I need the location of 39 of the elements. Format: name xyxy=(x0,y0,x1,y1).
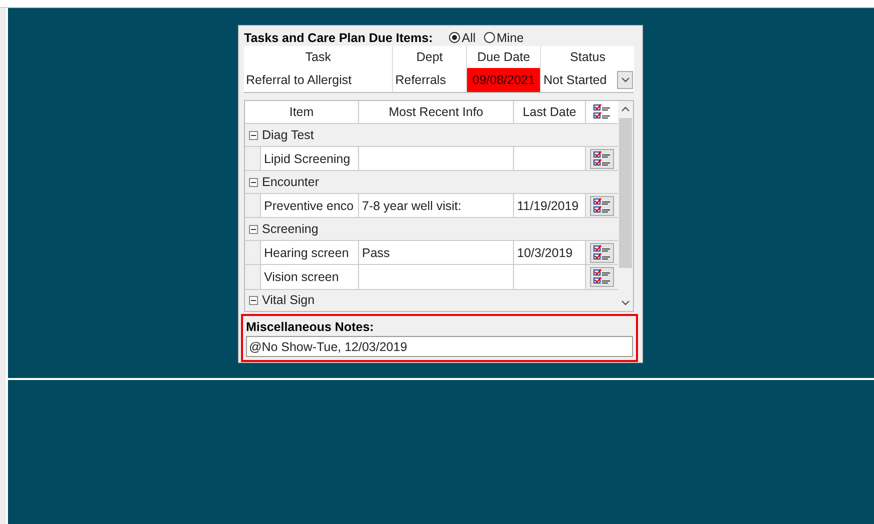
table-cell: Vision screen xyxy=(260,265,359,289)
table-cell: Preventive enco xyxy=(260,194,359,218)
table-cell: 10/3/2019 xyxy=(514,240,586,264)
collapse-toggle[interactable] xyxy=(249,296,258,305)
checklist-button[interactable] xyxy=(590,148,614,169)
column-header: Dept xyxy=(392,46,466,68)
collapse-toggle[interactable] xyxy=(249,224,258,234)
status-value: Not Started xyxy=(543,72,607,87)
group-label: Diag Test xyxy=(262,128,314,142)
notes-field[interactable]: @No Show-Tue, 12/03/2019 xyxy=(246,336,633,358)
filter-radio[interactable]: Mine xyxy=(484,30,524,45)
column-header: Task xyxy=(304,48,332,66)
table-cell: 7-8 year well visit: xyxy=(359,194,514,218)
scroll-up-icon[interactable] xyxy=(621,106,630,112)
group-label: Encounter xyxy=(262,175,319,190)
chevron-down-icon xyxy=(620,76,630,83)
collapse-toggle[interactable] xyxy=(249,130,258,140)
checklist-button[interactable] xyxy=(590,266,614,287)
collapse-toggle[interactable] xyxy=(249,178,258,187)
table-cell: Lipid Screening xyxy=(260,146,359,170)
table-cell: 11/19/2019 xyxy=(514,194,586,218)
column-header: Most Recent Info xyxy=(359,100,514,124)
group-label: Screening xyxy=(262,222,318,236)
checklist-icon xyxy=(592,104,610,120)
group-label: Vital Sign xyxy=(262,293,315,308)
due-date-cell: 09/08/2021 xyxy=(466,68,540,92)
column-header: Last Date xyxy=(514,100,586,124)
notes-label: Miscellaneous Notes: xyxy=(246,320,375,336)
table-cell: Pass xyxy=(359,240,514,264)
filter-radio[interactable]: All xyxy=(448,30,476,45)
scroll-down-icon[interactable] xyxy=(621,300,630,306)
table-cell: Hearing screen xyxy=(260,240,359,264)
panel-title: Tasks and Care Plan Due Items: xyxy=(244,30,433,45)
column-header: Status xyxy=(540,46,634,68)
column-header: Item xyxy=(245,100,359,124)
table-cell-text: Referral to Allergist xyxy=(245,72,353,89)
checklist-button[interactable] xyxy=(590,196,614,216)
dropdown-button[interactable] xyxy=(617,70,633,89)
checklist-button[interactable] xyxy=(590,242,614,263)
